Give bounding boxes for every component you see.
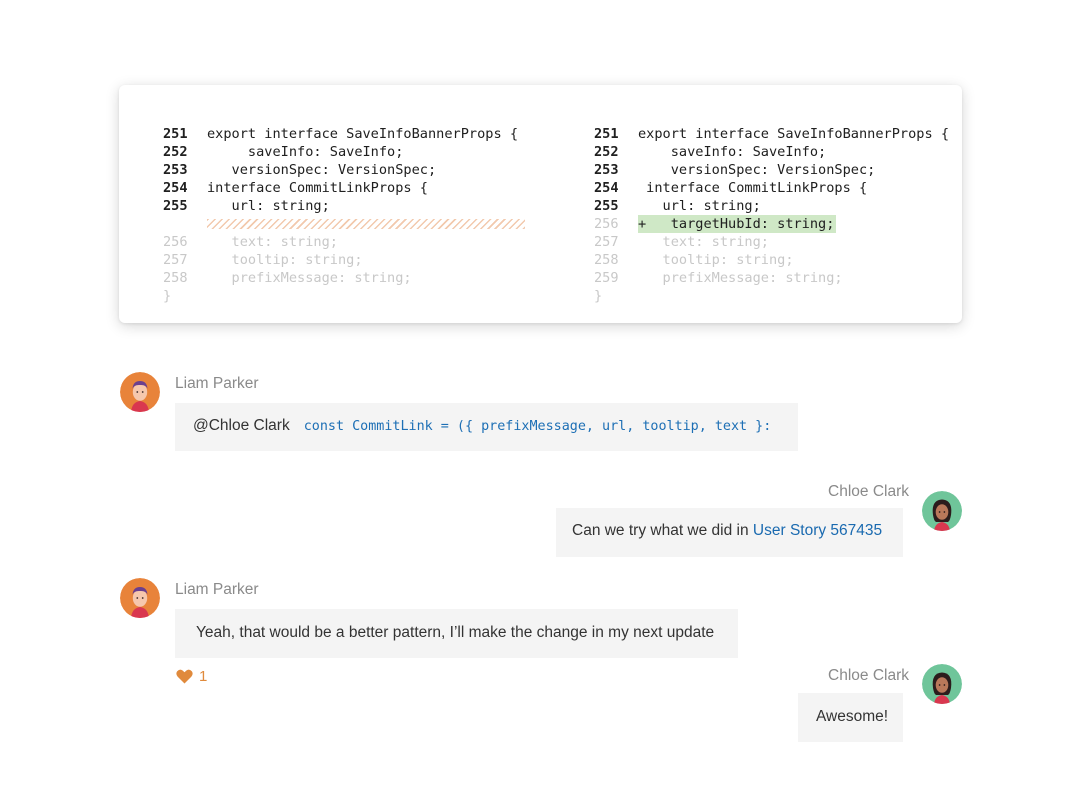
code-text: interface CommitLinkProps { [638, 180, 868, 196]
line-number: 257 [163, 252, 188, 268]
code-text: text: string; [207, 234, 338, 250]
message-text: Yeah, that would be a better pattern, I’… [196, 624, 715, 641]
code-line: 256 text: string; [163, 233, 533, 251]
code-text: tooltip: string; [207, 252, 363, 268]
closing-brace: } [163, 288, 172, 304]
inline-code: const CommitLink = ({ prefixMessage, url… [303, 419, 772, 434]
message-text: Awesome! [816, 708, 889, 725]
code-line: 252 saveInfo: SaveInfo; [594, 143, 954, 161]
code-line: 255 url: string; [163, 197, 533, 215]
message-bubble: Can we try what we did in User Story 567… [556, 508, 903, 557]
diff-left-pane: 251 export interface SaveInfoBannerProps … [163, 125, 533, 305]
code-line: 259 prefixMessage: string; [594, 269, 954, 287]
code-text: versionSpec: VersionSpec; [207, 162, 437, 178]
code-text: url: string; [207, 198, 330, 214]
reaction-button[interactable]: 1 [176, 668, 207, 685]
code-line: } [163, 287, 533, 305]
line-number: 252 [594, 144, 619, 160]
line-number: 254 [594, 180, 619, 196]
code-text: url: string; [638, 198, 761, 214]
code-line: 255 url: string; [594, 197, 954, 215]
code-line: 251 export interface SaveInfoBannerProps … [163, 125, 533, 143]
code-line: 254 interface CommitLinkProps { [163, 179, 533, 197]
code-text: saveInfo: SaveInfo; [638, 144, 827, 160]
line-number: 257 [594, 234, 619, 250]
added-code-line: 256 + targetHubId: string; [594, 215, 954, 233]
liam-avatar-icon [120, 578, 160, 618]
code-line: 258 tooltip: string; [594, 251, 954, 269]
author-name: Chloe Clark [828, 483, 909, 500]
line-number: 258 [163, 270, 188, 286]
line-number: 254 [163, 180, 188, 196]
code-text: text: string; [638, 234, 769, 250]
liam-avatar-icon [120, 372, 160, 412]
line-number: 253 [594, 162, 619, 178]
chloe-avatar-icon [922, 491, 962, 531]
reaction-count: 1 [199, 668, 208, 685]
line-number: 256 [594, 216, 619, 232]
line-number: 255 [594, 198, 619, 214]
avatar-chloe-clark[interactable] [922, 491, 962, 531]
code-line: } [594, 287, 954, 305]
code-text: prefixMessage: string; [638, 270, 843, 286]
line-number: 259 [594, 270, 619, 286]
code-text: prefixMessage: string; [207, 270, 412, 286]
author-name: Liam Parker [175, 581, 259, 598]
line-number: 256 [163, 234, 188, 250]
line-number: 255 [163, 198, 188, 214]
work-item-link[interactable]: User Story 567435 [753, 522, 882, 539]
closing-brace: } [594, 288, 603, 304]
code-line: 254 interface CommitLinkProps { [594, 179, 954, 197]
chloe-avatar-icon [922, 664, 962, 704]
code-text: interface CommitLinkProps { [207, 180, 428, 196]
heart-icon [176, 669, 193, 684]
avatar-liam-parker[interactable] [120, 578, 160, 618]
code-line: 253 versionSpec: VersionSpec; [163, 161, 533, 179]
diff-right-pane: 251 export interface SaveInfoBannerProps … [594, 125, 954, 305]
mention-link[interactable]: @Chloe Clark [193, 417, 290, 434]
code-text: versionSpec: VersionSpec; [638, 162, 876, 178]
message-text: Can we try what we did in [572, 522, 753, 539]
removed-line-placeholder [207, 219, 525, 229]
code-text: saveInfo: SaveInfo; [207, 144, 404, 160]
code-text: export interface SaveInfoBannerProps { [207, 126, 518, 142]
code-diff-card: 251 export interface SaveInfoBannerProps … [119, 85, 962, 323]
code-line: 252 saveInfo: SaveInfo; [163, 143, 533, 161]
author-name: Chloe Clark [828, 667, 909, 684]
code-line: 258 prefixMessage: string; [163, 269, 533, 287]
line-number: 251 [594, 126, 619, 142]
line-number: 253 [163, 162, 188, 178]
code-line: 251 export interface SaveInfoBannerProps … [594, 125, 954, 143]
avatar-liam-parker[interactable] [120, 372, 160, 412]
message-bubble: Yeah, that would be a better pattern, I’… [175, 609, 738, 658]
code-text: export interface SaveInfoBannerProps { [638, 126, 949, 142]
code-text: tooltip: string; [638, 252, 794, 268]
code-line: 257 tooltip: string; [163, 251, 533, 269]
line-number: 251 [163, 126, 188, 142]
author-name: Liam Parker [175, 375, 259, 392]
code-text: + targetHubId: string; [638, 215, 837, 233]
code-line: 257 text: string; [594, 233, 954, 251]
code-line: 253 versionSpec: VersionSpec; [594, 161, 954, 179]
message-bubble: @Chloe Clark const CommitLink = ({ prefix… [175, 403, 798, 451]
line-number: 252 [163, 144, 188, 160]
line-number: 258 [594, 252, 619, 268]
avatar-chloe-clark[interactable] [922, 664, 962, 704]
message-bubble: Awesome! [798, 693, 903, 742]
